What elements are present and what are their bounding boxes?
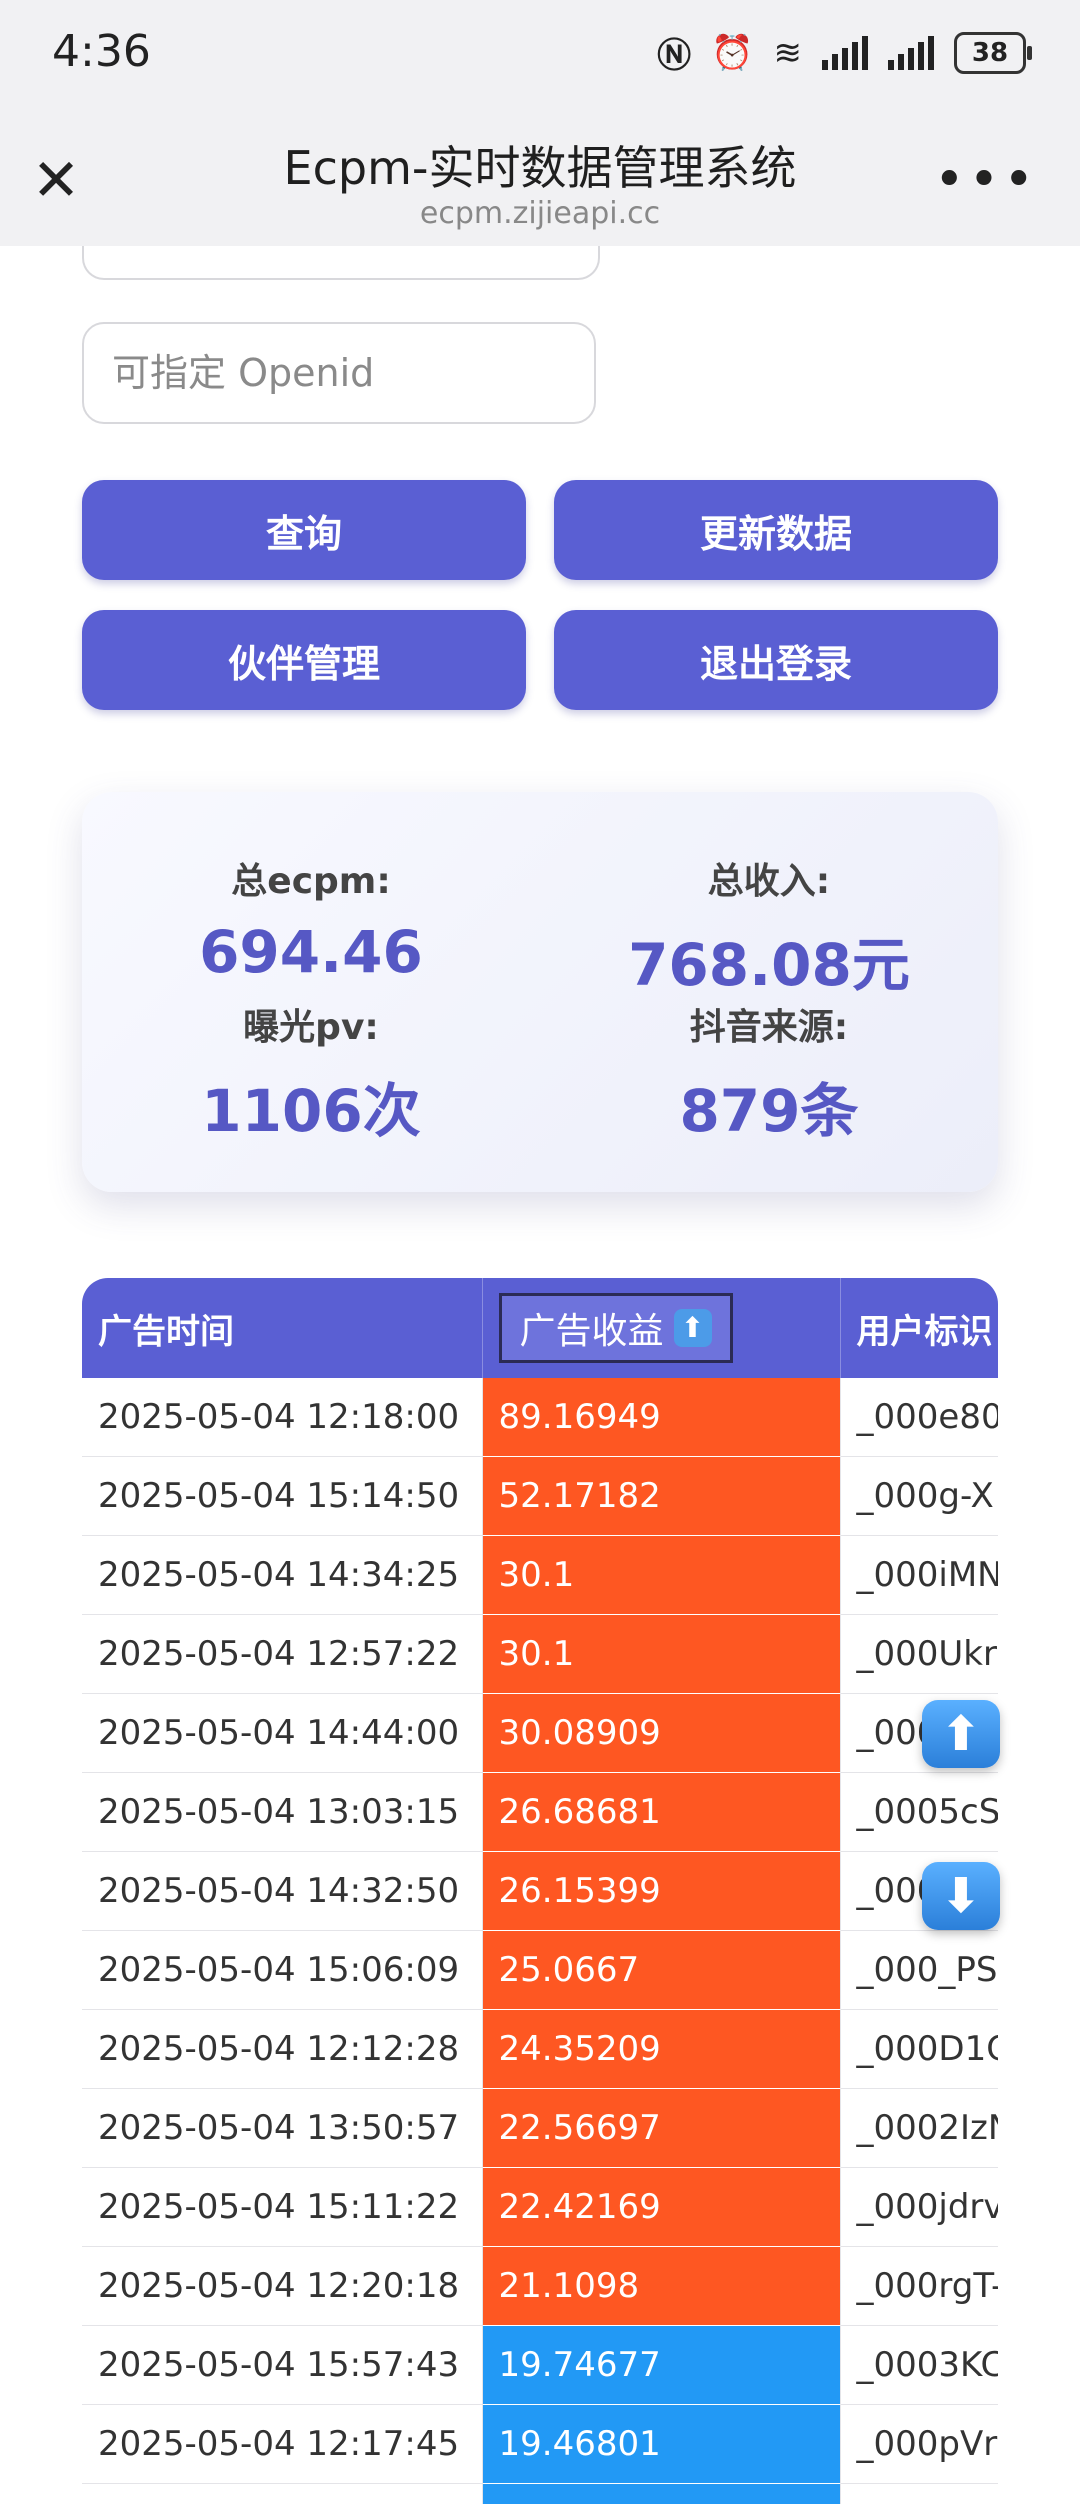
battery-level: 38 bbox=[971, 37, 1009, 68]
table-row[interactable]: 2025-05-04 14:32:50 26.15399 _000 bbox=[82, 1851, 998, 1931]
stat-label: 总收入: bbox=[707, 861, 831, 902]
table-row[interactable]: 2025-05-04 15:06:09 25.0667 _000_PS bbox=[82, 1930, 998, 2010]
header-ad-time[interactable]: 广告时间 bbox=[82, 1278, 483, 1378]
stat-value: 694.46 bbox=[199, 918, 423, 986]
cell-ad-time: 2025-05-04 12:57:22 bbox=[82, 1614, 483, 1694]
cell-ad-time: 2025-05-04 12:20:18 bbox=[82, 2246, 483, 2326]
cell-ad-revenue: 30.1 bbox=[482, 1614, 841, 1694]
scroll-up-icon[interactable]: ⬆ bbox=[922, 1700, 1000, 1768]
cell-ad-revenue: 26.68681 bbox=[482, 1772, 841, 1852]
page-title: Ecpm-实时数据管理系统 bbox=[283, 141, 797, 195]
table-row[interactable]: 2025-05-04 12:12:28 24.35209 _000D1C bbox=[82, 2009, 998, 2089]
cell-user-id: _000D1C bbox=[840, 2009, 998, 2089]
table-row[interactable]: 2025-05-04 15:57:43 19.74677 _0003KC bbox=[82, 2325, 998, 2405]
cell-ad-time: 2025-05-04 15:57:43 bbox=[82, 2325, 483, 2405]
query-button[interactable]: 查询 bbox=[82, 480, 526, 580]
cell-ad-revenue: 22.42169 bbox=[482, 2167, 841, 2247]
wifi-icon: ≋ bbox=[773, 32, 803, 73]
cell-ad-time: 2025-05-04 14:44:00 bbox=[82, 1693, 483, 1773]
cell-ad-time: 2025-05-04 15:14:50 bbox=[82, 1456, 483, 1536]
stat-label: 曝光pv: bbox=[243, 1007, 379, 1048]
cell-ad-time: 2025-05-04 15:06:09 bbox=[82, 1930, 483, 2010]
alarm-icon: ⏰ bbox=[711, 32, 754, 73]
cell-ad-revenue: 19.23226 bbox=[482, 2483, 841, 2504]
table-row[interactable]: 2025-05-04 13:03:15 26.68681 _0005cS bbox=[82, 1772, 998, 1852]
cell-user-id: _000rgT- bbox=[840, 2246, 998, 2326]
cell-user-id: _000pVr bbox=[840, 2404, 998, 2484]
cell-ad-time: 2025-05-04 12:18:00 bbox=[82, 1378, 483, 1457]
partner-management-button[interactable]: 伙伴管理 bbox=[82, 610, 526, 710]
openid-input[interactable] bbox=[82, 322, 596, 424]
battery-icon: 38 bbox=[954, 31, 1032, 74]
stat-value: 879条 bbox=[679, 1077, 859, 1145]
cell-user-id: _000g-X bbox=[840, 1456, 998, 1536]
status-icons: Ⓝ ⏰ ≋ 38 bbox=[657, 28, 1032, 77]
stat-total-ecpm: 总ecpm: 694.46 bbox=[82, 852, 540, 986]
cell-ad-time: 2025-05-04 12:17:45 bbox=[82, 2404, 483, 2484]
cell-user-id: _000Ukr bbox=[840, 1614, 998, 1694]
table-row[interactable]: 2025-05-04 12:20:18 21.1098 _000rgT- bbox=[82, 2246, 998, 2326]
cell-ad-time: 2025-05-04 13:03:15 bbox=[82, 1772, 483, 1852]
cell-user-id: _000jdrv bbox=[840, 2167, 998, 2247]
cell-ad-revenue: 30.1 bbox=[482, 1535, 841, 1615]
table-row[interactable]: 2025-05-04 14:44:00 30.08909 _000 bbox=[82, 1693, 998, 1773]
stat-value: 1106次 bbox=[201, 1077, 421, 1145]
table-row[interactable]: 2025-05-04 12:57:22 30.1 _000Ukr bbox=[82, 1614, 998, 1694]
stat-exposure-pv: 曝光pv: 1106次 bbox=[82, 998, 540, 1148]
stat-douyin-source: 抖音来源: 879条 bbox=[540, 998, 998, 1148]
table-row[interactable]: 2025-05-04 12:18:00 89.16949 _000e80 bbox=[82, 1378, 998, 1457]
cell-user-id: _0005cS bbox=[840, 1772, 998, 1852]
cell-ad-revenue: 89.16949 bbox=[482, 1378, 841, 1457]
table-row[interactable]: 2025-05-04 12:17:45 19.46801 _000pVr bbox=[82, 2404, 998, 2484]
ad-data-table[interactable]: 广告时间 广告收益 ⬆ 用户标识 2025-05-04 12:18:00 89.1… bbox=[82, 1278, 998, 2504]
more-options-icon[interactable]: ••• bbox=[934, 154, 1038, 206]
cell-ad-revenue: 25.0667 bbox=[482, 1930, 841, 2010]
cell-ad-time: 2025-05-04 14:32:50 bbox=[82, 1851, 483, 1931]
header-user-id[interactable]: 用户标识 bbox=[840, 1278, 998, 1378]
cell-user-id: _0003KC bbox=[840, 2325, 998, 2405]
cell-ad-revenue: 24.35209 bbox=[482, 2009, 841, 2089]
cell-ad-revenue: 19.74677 bbox=[482, 2325, 841, 2405]
scroll-down-icon[interactable]: ⬇ bbox=[922, 1862, 1000, 1930]
signal-icon bbox=[822, 35, 868, 70]
update-data-button[interactable]: 更新数据 bbox=[554, 480, 998, 580]
stat-total-income: 总收入: 768.08元 bbox=[540, 852, 998, 1002]
stats-card: 总ecpm: 694.46 总收入: 768.08元 曝光pv: 1106次 抖… bbox=[82, 792, 998, 1192]
cell-ad-revenue: 26.15399 bbox=[482, 1851, 841, 1931]
cell-user-id: _000_PS bbox=[840, 1930, 998, 2010]
table-row[interactable]: 2025-05-04 15:11:22 22.42169 _000jdrv bbox=[82, 2167, 998, 2247]
stat-value: 768.08元 bbox=[628, 931, 910, 999]
nfc-icon: Ⓝ bbox=[657, 36, 692, 76]
cell-ad-revenue: 19.46801 bbox=[482, 2404, 841, 2484]
cell-user-id: _000iMN bbox=[840, 1535, 998, 1615]
cell-user-id: _000e80 bbox=[840, 1378, 998, 1457]
stat-label: 抖音来源: bbox=[689, 1007, 849, 1048]
logout-button[interactable]: 退出登录 bbox=[554, 610, 998, 710]
cell-ad-revenue: 22.56697 bbox=[482, 2088, 841, 2168]
cell-ad-time: 2025-05-04 14:34:25 bbox=[82, 1535, 483, 1615]
cell-ad-revenue: 21.1098 bbox=[482, 2246, 841, 2326]
browser-header: 4:36 Ⓝ ⏰ ≋ 38 ✕ Ecpm-实时数据管理系统 ecpm.zijie… bbox=[0, 0, 1080, 246]
header-label: 广告收益 bbox=[519, 1311, 664, 1352]
cell-ad-revenue: 30.08909 bbox=[482, 1693, 841, 1773]
table-header-row: 广告时间 广告收益 ⬆ 用户标识 bbox=[82, 1278, 998, 1378]
status-time: 4:36 bbox=[52, 26, 151, 77]
table-row[interactable]: 2025-05-04 13:50:57 22.56697 _0002IzN bbox=[82, 2088, 998, 2168]
cell-user-id: _000C6 bbox=[840, 2483, 998, 2504]
header-ad-revenue[interactable]: 广告收益 ⬆ bbox=[482, 1278, 841, 1378]
cell-ad-time: 2025-05-04 15:55:41 bbox=[82, 2483, 483, 2504]
table-row[interactable]: 2025-05-04 14:34:25 30.1 _000iMN bbox=[82, 1535, 998, 1615]
cell-ad-time: 2025-05-04 13:50:57 bbox=[82, 2088, 483, 2168]
cell-ad-time: 2025-05-04 12:12:28 bbox=[82, 2009, 483, 2089]
sort-revenue-button[interactable]: 广告收益 ⬆ bbox=[498, 1293, 733, 1363]
stat-label: 总ecpm: bbox=[231, 861, 391, 902]
page-url: ecpm.zijieapi.cc bbox=[419, 196, 661, 231]
arrow-up-icon: ⬆ bbox=[673, 1309, 712, 1347]
table-row[interactable]: 2025-05-04 15:14:50 52.17182 _000g-X bbox=[82, 1456, 998, 1536]
signal-icon bbox=[888, 35, 934, 70]
cell-user-id: _0002IzN bbox=[840, 2088, 998, 2168]
cell-ad-time: 2025-05-04 15:11:22 bbox=[82, 2167, 483, 2247]
table-row[interactable]: 2025-05-04 15:55:4119.23226_000C6 bbox=[82, 2483, 998, 2504]
cell-ad-revenue: 52.17182 bbox=[482, 1456, 841, 1536]
